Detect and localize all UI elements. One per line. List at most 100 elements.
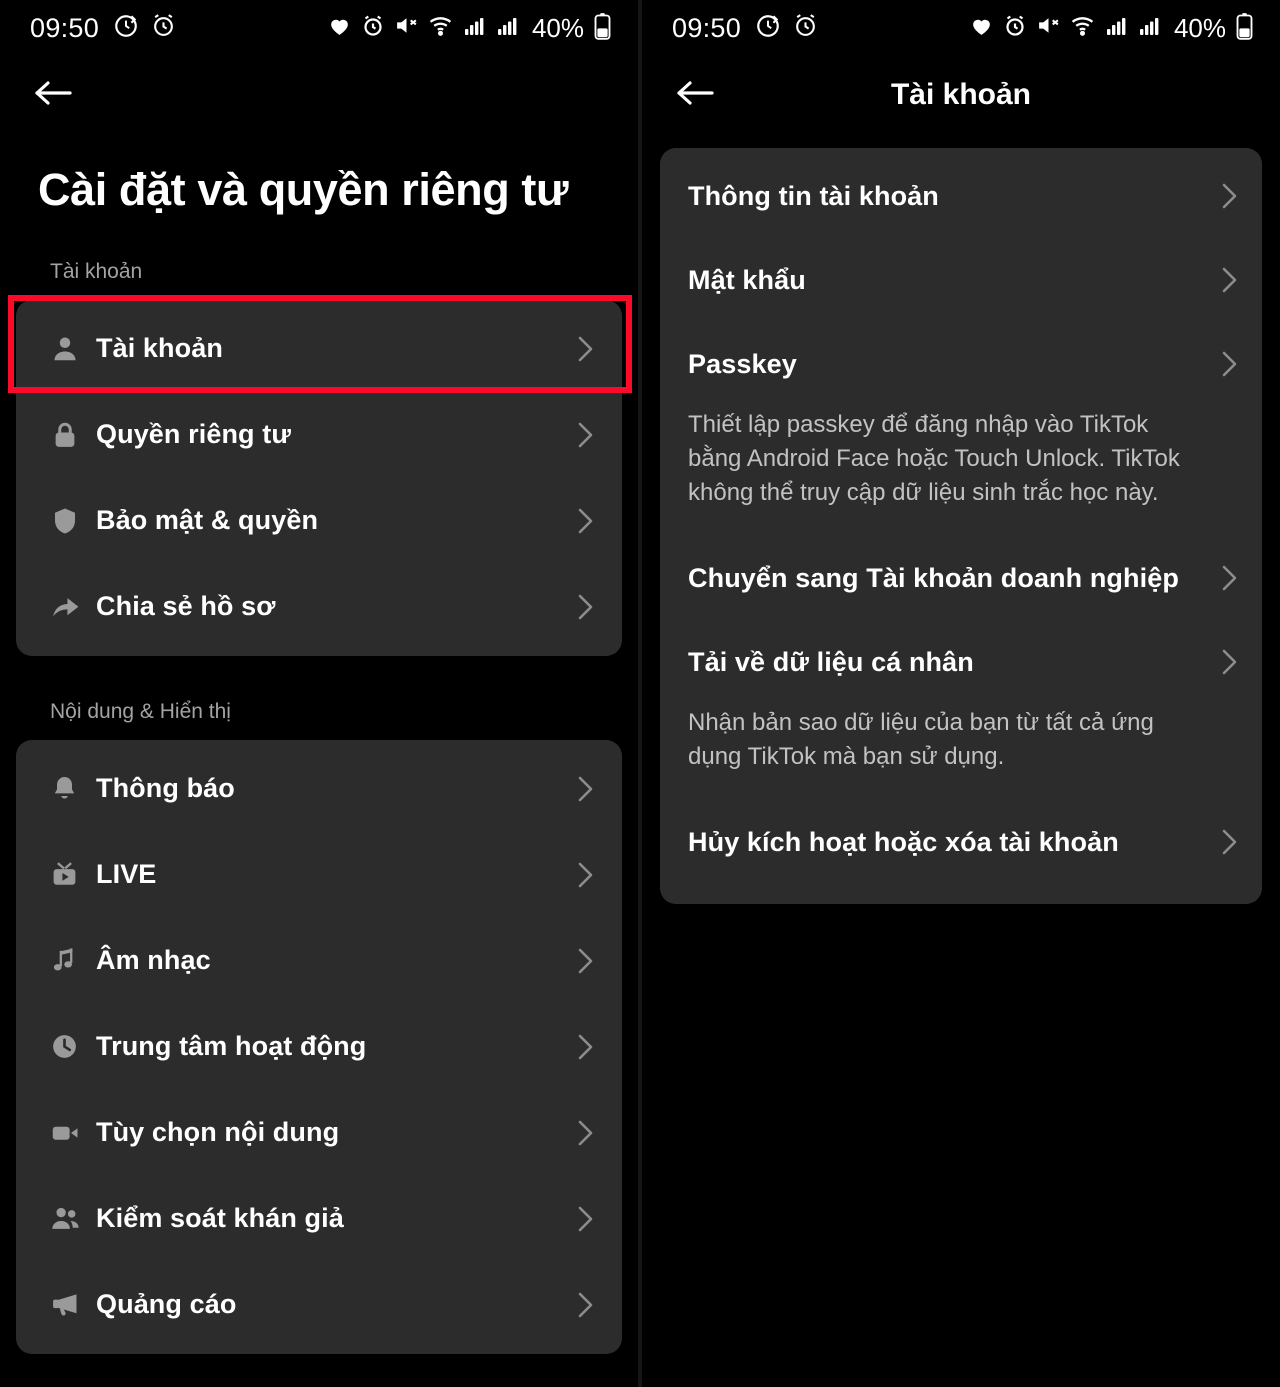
- chevron-right-icon: [1216, 182, 1238, 210]
- settings-row-label: Chia sẻ hồ sơ: [96, 591, 276, 622]
- account-row-label: Tải về dữ liệu cá nhân: [688, 646, 974, 677]
- top-bar-right: Tài khoản: [642, 56, 1280, 134]
- settings-row-content-preferences[interactable]: Tùy chọn nội dung: [16, 1090, 622, 1176]
- battery-icon: [593, 12, 612, 45]
- chevron-right-icon: [572, 593, 594, 621]
- settings-row-music[interactable]: Âm nhạc: [16, 918, 622, 1004]
- account-row-description: Nhận bản sao dữ liệu của bạn từ tất cả ứ…: [688, 709, 1154, 771]
- settings-screen: 09:50 40% Cài đặt và quyền riêng tư Tài …: [0, 0, 638, 1387]
- chevron-right-icon: [572, 1033, 594, 1061]
- clock-icon: [50, 1032, 96, 1061]
- settings-row-audience-controls[interactable]: Kiểm soát khán giả: [16, 1176, 622, 1262]
- megaphone-icon: [50, 1289, 96, 1320]
- chevron-right-icon: [572, 861, 594, 889]
- chevron-right-icon: [1216, 648, 1238, 676]
- wifi-icon: [428, 13, 453, 43]
- shield-icon: [50, 506, 96, 536]
- chevron-right-icon: [572, 1291, 594, 1319]
- settings-card-account: Tài khoản Quyền riêng tư Bảo mật & quyền…: [16, 299, 622, 656]
- sync-icon: [113, 13, 139, 44]
- signal-icon: [1104, 14, 1128, 43]
- settings-card-content: Thông báo LIVE Âm nhạc Trung tâm hoạt độ…: [16, 739, 622, 1354]
- battery-percent: 40%: [531, 12, 584, 43]
- chevron-right-icon: [1216, 266, 1238, 294]
- mute-icon: [394, 13, 419, 43]
- status-right-icons: 40%: [969, 12, 1254, 45]
- video-icon: [50, 1118, 96, 1148]
- account-row-label: Mật khẩu: [688, 264, 806, 295]
- alarm-icon: [793, 13, 818, 43]
- battery-percent: 40%: [1173, 12, 1226, 43]
- settings-row-label: Quyền riêng tư: [96, 419, 291, 450]
- back-arrow-icon: [32, 76, 74, 115]
- settings-row-label: Quảng cáo: [96, 1289, 237, 1320]
- signal-icon: [1137, 14, 1161, 43]
- alarm-icon: [361, 14, 385, 43]
- battery-icon: [1235, 12, 1254, 45]
- sync-icon: [755, 13, 781, 44]
- settings-row-activity-center[interactable]: Trung tâm hoạt động: [16, 1004, 622, 1090]
- settings-row-ads[interactable]: Quảng cáo: [16, 1262, 622, 1348]
- status-bar-left: 09:50 40%: [0, 0, 638, 56]
- page-title: Cài đặt và quyền riêng tư: [38, 164, 569, 215]
- chevron-right-icon: [1216, 350, 1238, 378]
- section-header-content-display: Nội dung & Hiển thị: [50, 699, 231, 723]
- dual-screenshot-container: 09:50 40% Cài đặt và quyền riêng tư Tài …: [0, 0, 1280, 1387]
- settings-row-live[interactable]: LIVE: [16, 832, 622, 918]
- status-left-icons: [755, 13, 818, 44]
- settings-row-label: Kiểm soát khán giả: [96, 1203, 344, 1234]
- chevron-right-icon: [572, 775, 594, 803]
- settings-row-share-profile[interactable]: Chia sẻ hồ sơ: [16, 564, 622, 650]
- section-header-account: Tài khoản: [50, 259, 143, 283]
- account-screen: 09:50 40% Tài khoản Thông tin tài khoản …: [642, 0, 1280, 1387]
- account-row-download-data[interactable]: Tải về dữ liệu cá nhân: [660, 620, 1262, 704]
- chevron-right-icon: [572, 421, 594, 449]
- alarm-icon: [151, 13, 176, 43]
- person-icon: [50, 334, 96, 364]
- account-row-label: Chuyển sang Tài khoản doanh nghiệp: [688, 562, 1179, 593]
- share-icon: [50, 591, 96, 622]
- tv-icon: [50, 860, 96, 889]
- account-row-info[interactable]: Thông tin tài khoản: [660, 154, 1262, 238]
- back-button[interactable]: [30, 72, 76, 118]
- chevron-right-icon: [572, 507, 594, 535]
- page-title: Tài khoản: [890, 78, 1032, 111]
- chevron-right-icon: [1216, 564, 1238, 592]
- settings-row-privacy[interactable]: Quyền riêng tư: [16, 392, 622, 478]
- settings-row-account[interactable]: Tài khoản: [16, 306, 622, 392]
- account-row-password[interactable]: Mật khẩu: [660, 238, 1262, 322]
- settings-row-security[interactable]: Bảo mật & quyền: [16, 478, 622, 564]
- signal-icon: [495, 14, 519, 43]
- account-settings-card: Thông tin tài khoản Mật khẩu Passkey Thi…: [660, 148, 1262, 905]
- chevron-right-icon: [572, 335, 594, 363]
- settings-row-label: Tài khoản: [96, 333, 223, 364]
- mute-icon: [1036, 13, 1061, 43]
- people-icon: [50, 1203, 96, 1234]
- settings-row-label: Âm nhạc: [96, 945, 211, 976]
- heart-icon: [969, 13, 994, 43]
- status-right-icons: 40%: [327, 12, 612, 45]
- account-row-switch-business[interactable]: Chuyển sang Tài khoản doanh nghiệp: [660, 536, 1262, 620]
- alarm-icon: [1003, 14, 1027, 43]
- status-left-icons: [113, 13, 176, 44]
- settings-row-label: LIVE: [96, 859, 157, 890]
- settings-row-notifications[interactable]: Thông báo: [16, 746, 622, 832]
- account-row-passkey[interactable]: Passkey: [660, 322, 1262, 406]
- settings-row-label: Trung tâm hoạt động: [96, 1031, 367, 1062]
- account-row-label: Passkey: [688, 348, 797, 379]
- back-button[interactable]: [672, 72, 718, 118]
- music-icon: [50, 946, 96, 975]
- wifi-icon: [1070, 13, 1095, 43]
- status-time: 09:50: [30, 12, 100, 43]
- status-time: 09:50: [672, 12, 742, 43]
- account-row-label: Hủy kích hoạt hoặc xóa tài khoản: [688, 826, 1119, 857]
- settings-row-label: Tùy chọn nội dung: [96, 1117, 340, 1148]
- chevron-right-icon: [572, 1205, 594, 1233]
- settings-row-label: Bảo mật & quyền: [96, 505, 319, 536]
- account-row-description: Thiết lập passkey để đăng nhập vào TikTo…: [688, 411, 1180, 507]
- chevron-right-icon: [572, 947, 594, 975]
- settings-row-label: Thông báo: [96, 773, 235, 804]
- status-bar-right: 09:50 40%: [642, 0, 1280, 56]
- account-row-deactivate-delete[interactable]: Hủy kích hoạt hoặc xóa tài khoản: [660, 800, 1262, 884]
- back-arrow-icon: [674, 76, 716, 115]
